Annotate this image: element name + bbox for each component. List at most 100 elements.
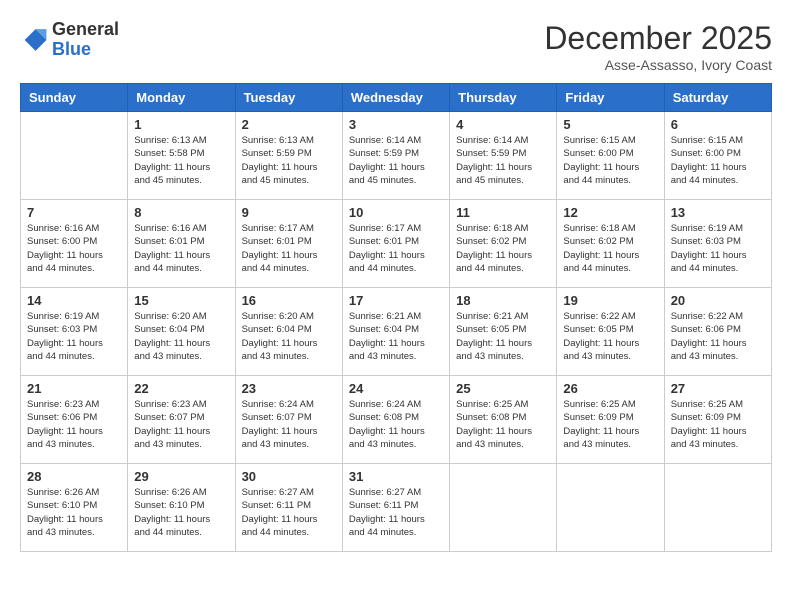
day-info: Sunrise: 6:16 AM Sunset: 6:00 PM Dayligh…	[27, 222, 121, 275]
day-number: 15	[134, 293, 228, 308]
calendar-header: SundayMondayTuesdayWednesdayThursdayFrid…	[21, 84, 772, 112]
day-info: Sunrise: 6:22 AM Sunset: 6:06 PM Dayligh…	[671, 310, 765, 363]
day-of-week-saturday: Saturday	[664, 84, 771, 112]
day-info: Sunrise: 6:19 AM Sunset: 6:03 PM Dayligh…	[671, 222, 765, 275]
calendar-cell: 2 Sunrise: 6:13 AM Sunset: 5:59 PM Daylig…	[235, 112, 342, 200]
day-number: 28	[27, 469, 121, 484]
calendar-cell: 8 Sunrise: 6:16 AM Sunset: 6:01 PM Daylig…	[128, 200, 235, 288]
calendar-cell	[557, 464, 664, 552]
calendar-cell: 18 Sunrise: 6:21 AM Sunset: 6:05 PM Dayli…	[450, 288, 557, 376]
title-area: December 2025 Asse-Assasso, Ivory Coast	[544, 20, 772, 73]
calendar-body: 1 Sunrise: 6:13 AM Sunset: 5:58 PM Daylig…	[21, 112, 772, 552]
day-info: Sunrise: 6:13 AM Sunset: 5:59 PM Dayligh…	[242, 134, 336, 187]
calendar-cell: 3 Sunrise: 6:14 AM Sunset: 5:59 PM Daylig…	[342, 112, 449, 200]
calendar-cell	[21, 112, 128, 200]
calendar-cell: 26 Sunrise: 6:25 AM Sunset: 6:09 PM Dayli…	[557, 376, 664, 464]
day-info: Sunrise: 6:25 AM Sunset: 6:09 PM Dayligh…	[671, 398, 765, 451]
calendar-cell: 23 Sunrise: 6:24 AM Sunset: 6:07 PM Dayli…	[235, 376, 342, 464]
calendar-cell: 27Sunrise: 6:25 AM Sunset: 6:09 PM Dayli…	[664, 376, 771, 464]
day-number: 5	[563, 117, 657, 132]
logo-blue-text: Blue	[52, 39, 91, 59]
calendar-cell: 5Sunrise: 6:15 AM Sunset: 6:00 PM Daylig…	[557, 112, 664, 200]
calendar-cell: 28 Sunrise: 6:26 AM Sunset: 6:10 PM Dayli…	[21, 464, 128, 552]
day-number: 10	[349, 205, 443, 220]
day-number: 3	[349, 117, 443, 132]
calendar-cell: 11Sunrise: 6:18 AM Sunset: 6:02 PM Dayli…	[450, 200, 557, 288]
calendar-cell: 16 Sunrise: 6:20 AM Sunset: 6:04 PM Dayli…	[235, 288, 342, 376]
day-info: Sunrise: 6:18 AM Sunset: 6:02 PM Dayligh…	[456, 222, 550, 275]
day-of-week-thursday: Thursday	[450, 84, 557, 112]
day-of-week-wednesday: Wednesday	[342, 84, 449, 112]
day-info: Sunrise: 6:14 AM Sunset: 5:59 PM Dayligh…	[349, 134, 443, 187]
day-number: 2	[242, 117, 336, 132]
day-number: 6	[671, 117, 765, 132]
calendar-cell: 9 Sunrise: 6:17 AM Sunset: 6:01 PM Daylig…	[235, 200, 342, 288]
calendar-cell: 24 Sunrise: 6:24 AM Sunset: 6:08 PM Dayli…	[342, 376, 449, 464]
week-row-5: 28 Sunrise: 6:26 AM Sunset: 6:10 PM Dayli…	[21, 464, 772, 552]
day-info: Sunrise: 6:26 AM Sunset: 6:10 PM Dayligh…	[27, 486, 121, 539]
day-number: 25	[456, 381, 550, 396]
calendar: SundayMondayTuesdayWednesdayThursdayFrid…	[20, 83, 772, 552]
calendar-cell: 7Sunrise: 6:16 AM Sunset: 6:00 PM Daylig…	[21, 200, 128, 288]
calendar-cell: 4 Sunrise: 6:14 AM Sunset: 5:59 PM Daylig…	[450, 112, 557, 200]
day-info: Sunrise: 6:20 AM Sunset: 6:04 PM Dayligh…	[242, 310, 336, 363]
day-number: 18	[456, 293, 550, 308]
day-info: Sunrise: 6:17 AM Sunset: 6:01 PM Dayligh…	[242, 222, 336, 275]
day-number: 24	[349, 381, 443, 396]
calendar-cell: 22Sunrise: 6:23 AM Sunset: 6:07 PM Dayli…	[128, 376, 235, 464]
day-info: Sunrise: 6:13 AM Sunset: 5:58 PM Dayligh…	[134, 134, 228, 187]
day-info: Sunrise: 6:20 AM Sunset: 6:04 PM Dayligh…	[134, 310, 228, 363]
calendar-cell: 29Sunrise: 6:26 AM Sunset: 6:10 PM Dayli…	[128, 464, 235, 552]
calendar-cell: 6Sunrise: 6:15 AM Sunset: 6:00 PM Daylig…	[664, 112, 771, 200]
day-info: Sunrise: 6:16 AM Sunset: 6:01 PM Dayligh…	[134, 222, 228, 275]
day-number: 14	[27, 293, 121, 308]
day-number: 13	[671, 205, 765, 220]
day-info: Sunrise: 6:25 AM Sunset: 6:08 PM Dayligh…	[456, 398, 550, 451]
calendar-cell: 14 Sunrise: 6:19 AM Sunset: 6:03 PM Dayli…	[21, 288, 128, 376]
day-info: Sunrise: 6:24 AM Sunset: 6:07 PM Dayligh…	[242, 398, 336, 451]
day-info: Sunrise: 6:27 AM Sunset: 6:11 PM Dayligh…	[242, 486, 336, 539]
day-of-week-friday: Friday	[557, 84, 664, 112]
day-number: 17	[349, 293, 443, 308]
day-number: 23	[242, 381, 336, 396]
calendar-cell: 1 Sunrise: 6:13 AM Sunset: 5:58 PM Daylig…	[128, 112, 235, 200]
day-info: Sunrise: 6:25 AM Sunset: 6:09 PM Dayligh…	[563, 398, 657, 451]
day-info: Sunrise: 6:17 AM Sunset: 6:01 PM Dayligh…	[349, 222, 443, 275]
calendar-cell: 20 Sunrise: 6:22 AM Sunset: 6:06 PM Dayli…	[664, 288, 771, 376]
days-of-week-row: SundayMondayTuesdayWednesdayThursdayFrid…	[21, 84, 772, 112]
calendar-cell: 31 Sunrise: 6:27 AM Sunset: 6:11 PM Dayli…	[342, 464, 449, 552]
day-info: Sunrise: 6:24 AM Sunset: 6:08 PM Dayligh…	[349, 398, 443, 451]
calendar-cell	[450, 464, 557, 552]
calendar-cell: 12Sunrise: 6:18 AM Sunset: 6:02 PM Dayli…	[557, 200, 664, 288]
month-title: December 2025	[544, 20, 772, 57]
week-row-3: 14 Sunrise: 6:19 AM Sunset: 6:03 PM Dayli…	[21, 288, 772, 376]
day-info: Sunrise: 6:27 AM Sunset: 6:11 PM Dayligh…	[349, 486, 443, 539]
day-number: 1	[134, 117, 228, 132]
day-info: Sunrise: 6:22 AM Sunset: 6:05 PM Dayligh…	[563, 310, 657, 363]
day-number: 20	[671, 293, 765, 308]
logo-general-text: General	[52, 19, 119, 39]
day-number: 26	[563, 381, 657, 396]
day-number: 8	[134, 205, 228, 220]
logo-icon	[20, 26, 48, 54]
location: Asse-Assasso, Ivory Coast	[544, 57, 772, 73]
day-info: Sunrise: 6:21 AM Sunset: 6:05 PM Dayligh…	[456, 310, 550, 363]
day-number: 30	[242, 469, 336, 484]
day-number: 12	[563, 205, 657, 220]
calendar-cell	[664, 464, 771, 552]
calendar-cell: 30 Sunrise: 6:27 AM Sunset: 6:11 PM Dayli…	[235, 464, 342, 552]
day-info: Sunrise: 6:23 AM Sunset: 6:06 PM Dayligh…	[27, 398, 121, 451]
day-number: 31	[349, 469, 443, 484]
day-number: 16	[242, 293, 336, 308]
calendar-cell: 10 Sunrise: 6:17 AM Sunset: 6:01 PM Dayli…	[342, 200, 449, 288]
day-info: Sunrise: 6:14 AM Sunset: 5:59 PM Dayligh…	[456, 134, 550, 187]
calendar-cell: 19Sunrise: 6:22 AM Sunset: 6:05 PM Dayli…	[557, 288, 664, 376]
day-info: Sunrise: 6:19 AM Sunset: 6:03 PM Dayligh…	[27, 310, 121, 363]
day-number: 9	[242, 205, 336, 220]
logo: General Blue	[20, 20, 119, 60]
calendar-cell: 25 Sunrise: 6:25 AM Sunset: 6:08 PM Dayli…	[450, 376, 557, 464]
header: General Blue December 2025 Asse-Assasso,…	[20, 20, 772, 73]
day-number: 4	[456, 117, 550, 132]
day-number: 22	[134, 381, 228, 396]
calendar-cell: 17Sunrise: 6:21 AM Sunset: 6:04 PM Dayli…	[342, 288, 449, 376]
